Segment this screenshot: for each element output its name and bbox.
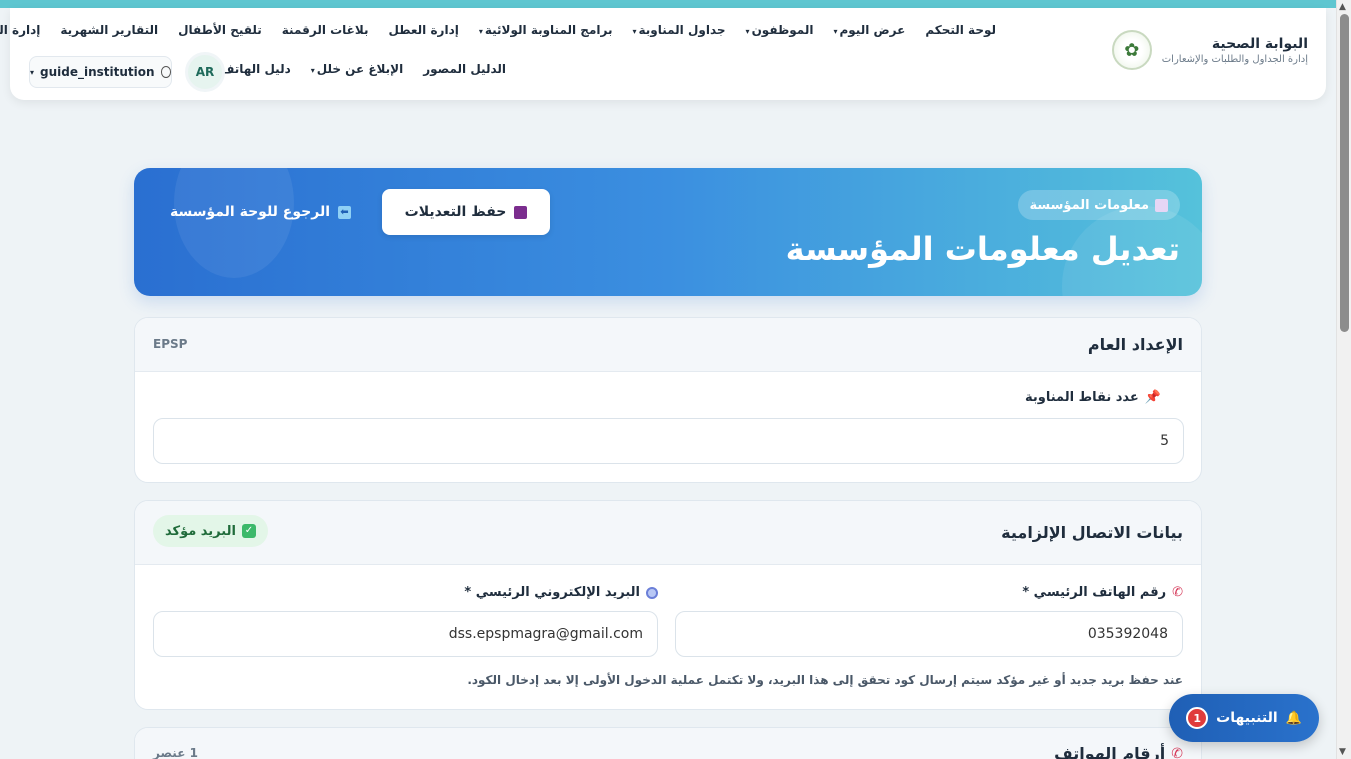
email-verified-badge: ✓ البريد مؤكد <box>153 515 268 547</box>
chevron-down-icon: ▾ <box>632 27 637 36</box>
page-scrollbar[interactable]: ▲ ▼ <box>1336 0 1351 759</box>
notification-count-badge: 1 <box>1186 707 1209 729</box>
email-icon <box>646 586 658 599</box>
pin-icon: 📌 <box>1144 390 1161 405</box>
email-label: البريد الإلكتروني الرئيسي * <box>464 585 658 600</box>
nav-today-view[interactable]: عرض اليوم▾ <box>833 23 905 37</box>
nav-phone-directory[interactable]: دليل الهاتف <box>220 62 290 76</box>
check-icon: ✓ <box>241 524 256 538</box>
nav-duty-schedules[interactable]: جداول المناوبة▾ <box>632 23 725 37</box>
bell-icon: 🔔 <box>1285 710 1302 726</box>
avatar[interactable]: AR <box>185 52 225 92</box>
duty-points-input[interactable]: 5 <box>153 418 1184 464</box>
nav-monthly-reports[interactable]: التقارير الشهرية <box>60 23 158 37</box>
chevron-down-icon: ▾ <box>833 27 838 36</box>
floppy-icon <box>514 205 528 219</box>
brand-title: البوابة الصحية <box>1211 35 1308 52</box>
notifications-button[interactable]: 🔔 التنبيهات 1 <box>1169 694 1319 742</box>
navbar: البوابة الصحية إدارة الجداول والطلبات وا… <box>0 8 1326 100</box>
user-circle-icon <box>160 66 171 78</box>
building-icon <box>1155 198 1168 212</box>
card-title: بيانات الاتصال الإلزامية <box>1001 523 1183 542</box>
phones-count: 1 عنصر <box>153 746 198 759</box>
phone-input[interactable]: 035392048 <box>675 611 1183 657</box>
username: guide_institution <box>40 65 155 79</box>
brand[interactable]: البوابة الصحية إدارة الجداول والطلبات وا… <box>1111 30 1308 70</box>
phone-label: ✆ رقم الهاتف الرئيسي * <box>1022 585 1183 600</box>
email-input[interactable]: dss.epspmagra@gmail.com <box>153 611 658 657</box>
chevron-down-icon: ▾ <box>478 27 483 36</box>
duty-points-label: 📌 عدد نقاط المناوبة <box>1024 390 1161 405</box>
scrollbar-thumb[interactable] <box>1340 14 1349 332</box>
chevron-down-icon: ▾ <box>745 27 750 36</box>
nav-employees[interactable]: الموظفون▾ <box>746 23 814 37</box>
chevron-down-icon: ▾ <box>30 67 35 77</box>
institution-code: EPSP <box>153 337 188 351</box>
page-title: تعديل معلومات المؤسسة <box>785 230 1180 268</box>
nav-swaps[interactable]: إدارة التبديلات <box>0 23 40 37</box>
phone-icon: ✆ <box>1172 585 1183 600</box>
save-button[interactable]: حفظ التعديلات <box>382 189 550 235</box>
general-settings-card: الإعداد العام EPSP 📌 عدد نقاط المناوبة 5 <box>134 317 1202 483</box>
nav-digitization-reports[interactable]: بلاغات الرقمنة <box>282 23 369 37</box>
scroll-up-icon[interactable]: ▲ <box>1339 2 1346 12</box>
card-title: ✆ أرقام الهواتف <box>1054 744 1183 759</box>
logo-icon: ✿ <box>1111 30 1152 70</box>
user-menu-button[interactable]: ▾ guide_institution <box>29 56 172 88</box>
email-hint: عند حفظ بريد جديد أو غير مؤكد سيتم إرسال… <box>467 673 1183 687</box>
nav-holidays[interactable]: إدارة العطل <box>389 23 459 37</box>
nav-dashboard[interactable]: لوحة التحكم <box>925 23 996 37</box>
page-hero: معلومات المؤسسة تعديل معلومات المؤسسة حف… <box>134 168 1202 296</box>
back-link[interactable]: ⬅ الرجوع للوحة المؤسسة <box>170 204 351 220</box>
top-accent-strip <box>0 0 1336 8</box>
nav-row-2: الدليل المصور الإبلاغ عن خلل▾ دليل الهات… <box>220 62 506 76</box>
card-title: الإعداد العام <box>1087 335 1183 354</box>
section-pill: معلومات المؤسسة <box>1017 190 1180 220</box>
contact-card: بيانات الاتصال الإلزامية ✓ البريد مؤكد ✆… <box>134 500 1202 710</box>
nav-child-vaccination[interactable]: تلقيح الأطفال <box>178 23 262 37</box>
phones-card: ✆ أرقام الهواتف 1 عنصر <box>134 727 1202 759</box>
nav-report-bug[interactable]: الإبلاغ عن خلل▾ <box>311 62 404 76</box>
nav-row-1: لوحة التحكم عرض اليوم▾ الموظفون▾ جداول ا… <box>0 23 996 37</box>
nav-illustrated-guide[interactable]: الدليل المصور <box>423 62 506 76</box>
nav-state-programs[interactable]: برامج المناوبة الولائية▾ <box>479 23 613 37</box>
arrow-left-icon: ⬅ <box>338 205 351 219</box>
phone-icon: ✆ <box>1171 745 1183 759</box>
scroll-down-icon[interactable]: ▼ <box>1339 747 1346 757</box>
brand-subtitle: إدارة الجداول والطلبات والإشعارات <box>1161 53 1308 65</box>
chevron-down-icon: ▾ <box>310 66 315 75</box>
